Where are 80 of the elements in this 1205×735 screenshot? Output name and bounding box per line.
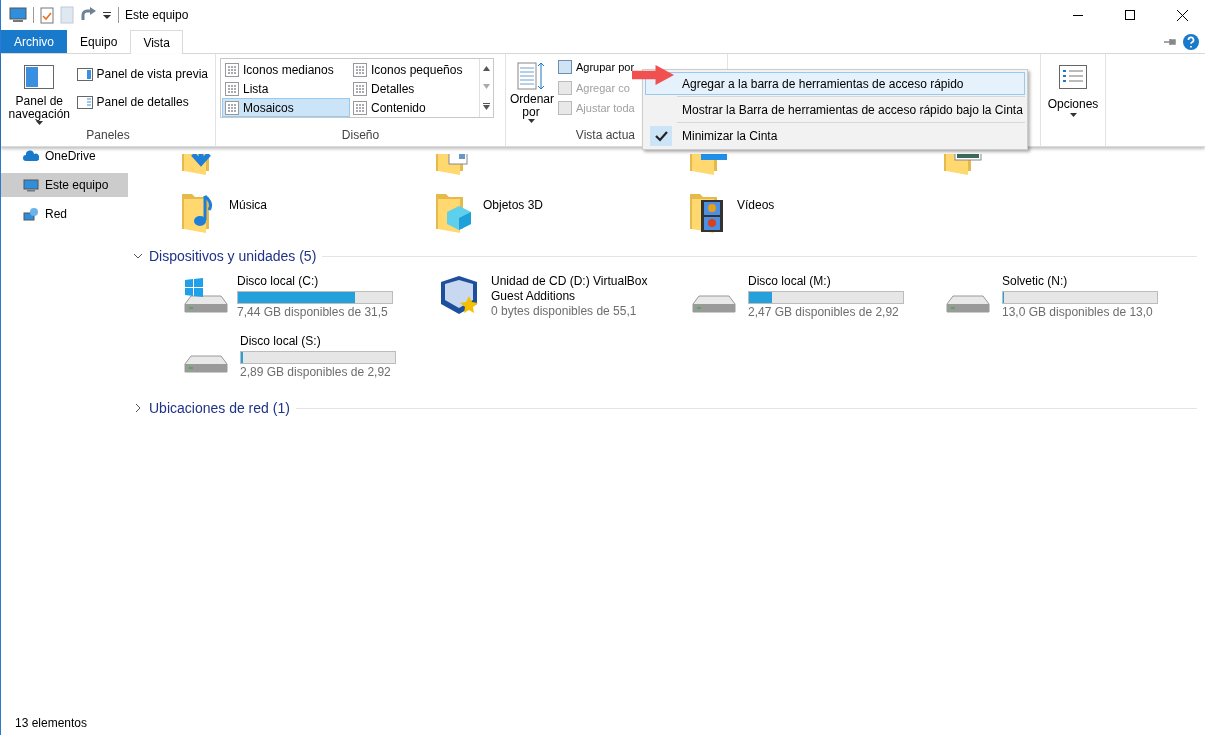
view-icon — [353, 62, 367, 77]
redo-icon[interactable] — [80, 7, 96, 23]
checkmark-icon — [650, 125, 672, 146]
ribbon-tab[interactable]: Equipo — [67, 30, 131, 53]
scroll-down-icon[interactable] — [483, 84, 490, 90]
view-icon — [353, 100, 367, 115]
file-tab[interactable]: Archivo — [1, 30, 67, 53]
drive-name[interactable]: Guest Additions — [491, 289, 647, 304]
section-header[interactable]: Ubicaciones de red (1) — [149, 397, 290, 419]
drive-name[interactable]: Disco local (C:) — [237, 274, 393, 289]
pin-icon[interactable] — [1163, 36, 1177, 47]
chevron-down-icon[interactable] — [133, 251, 143, 261]
caret-icon — [1069, 113, 1077, 117]
computer-icon[interactable] — [9, 7, 27, 23]
scroll-up-icon[interactable] — [483, 65, 490, 71]
options-button[interactable]: Opciones — [1045, 57, 1101, 117]
sort-button[interactable]: Ordenar por — [510, 57, 552, 126]
ribbon-tab[interactable]: Vista — [130, 30, 183, 54]
close-icon — [1176, 9, 1188, 21]
group-label: Paneles — [86, 128, 130, 142]
caret-icon — [527, 119, 535, 123]
navigation-pane-button[interactable]: Panel de navegación — [5, 57, 74, 126]
network-icon — [23, 207, 39, 221]
options-icon — [1059, 65, 1087, 89]
view-icon — [225, 81, 239, 96]
folder-name[interactable]: Música — [229, 196, 267, 214]
drive-name[interactable]: Unidad de CD (D:) VirtualBox — [491, 274, 647, 289]
column-icon — [558, 60, 572, 75]
layout-option[interactable]: Detalles — [350, 79, 478, 98]
layout-option[interactable]: Lista — [222, 79, 350, 98]
menu-item[interactable]: Minimizar la Cinta — [645, 124, 1025, 147]
layout-option[interactable]: Contenido — [350, 98, 478, 117]
window-title: Este equipo — [125, 7, 189, 24]
details-pane-icon — [76, 95, 93, 109]
column-icon — [558, 80, 572, 95]
preview-pane-button[interactable]: Panel de vista previa — [73, 63, 211, 85]
help-icon[interactable] — [1183, 33, 1199, 50]
view-command[interactable]: Agrupar por — [555, 57, 638, 78]
free-space-text: 2,89 GB disponibles de 2,92 — [240, 365, 392, 380]
column-icon — [558, 101, 572, 116]
chevron-right-icon[interactable] — [133, 403, 143, 413]
expand-icon[interactable] — [483, 103, 490, 111]
view-icon — [225, 100, 239, 115]
group-label: Diseño — [341, 128, 380, 142]
free-space-text: 7,44 GB disponibles de 31,5 — [237, 305, 389, 320]
hard-drive-icon — [692, 295, 736, 313]
pointer-arrow — [632, 64, 674, 86]
hard-drive-icon — [184, 355, 228, 373]
caret-icon — [35, 121, 43, 125]
drive-name[interactable]: Solvetic (N:) — [1002, 274, 1158, 289]
details-pane-button[interactable]: Panel de detalles — [73, 91, 211, 113]
drive-name[interactable]: Disco local (S:) — [240, 334, 396, 349]
drive-name[interactable]: Disco local (M:) — [748, 274, 904, 289]
section-header[interactable]: Dispositivos y unidades (5) — [149, 245, 317, 267]
computer-icon — [23, 178, 39, 192]
hard-drive-icon — [946, 295, 990, 313]
free-space-text: 13,0 GB disponibles de 13,0 — [1002, 305, 1154, 320]
dropdown-icon[interactable] — [102, 10, 112, 20]
menu-item[interactable]: Mostrar la Barra de herramientas de acceso rápido bajo la Cinta — [645, 98, 1025, 121]
layout-option[interactable]: Iconos pequeños — [350, 60, 478, 79]
folder-name[interactable]: Vídeos — [737, 196, 775, 214]
free-space-text: 2,47 GB disponibles de 2,92 — [748, 305, 900, 320]
sort-icon — [516, 61, 546, 91]
status-text: 13 elementos — [15, 715, 88, 732]
view-icon — [353, 81, 367, 96]
preview-pane-icon — [76, 67, 93, 81]
layout-option[interactable]: Mosaicos — [222, 98, 350, 117]
group-label: Vista actua — [575, 128, 635, 142]
navigation-pane-icon — [24, 65, 55, 89]
sidebar-item[interactable]: OneDrive — [1, 144, 128, 168]
folder-name[interactable]: Objetos 3D — [483, 196, 544, 214]
view-icon — [225, 62, 239, 77]
checklist-icon[interactable] — [40, 6, 54, 24]
sidebar-item[interactable]: Este equipo — [1, 173, 128, 197]
free-space-text: 0 bytes disponibles de 55,1 — [491, 304, 638, 319]
sidebar-item[interactable]: Red — [1, 202, 128, 226]
menu-item[interactable]: Agregar a la barra de herramientas de acceso rápido — [645, 72, 1025, 95]
maximize-icon — [1125, 10, 1135, 20]
layout-option[interactable]: Iconos medianos — [222, 60, 350, 79]
cloud-icon — [23, 149, 39, 163]
